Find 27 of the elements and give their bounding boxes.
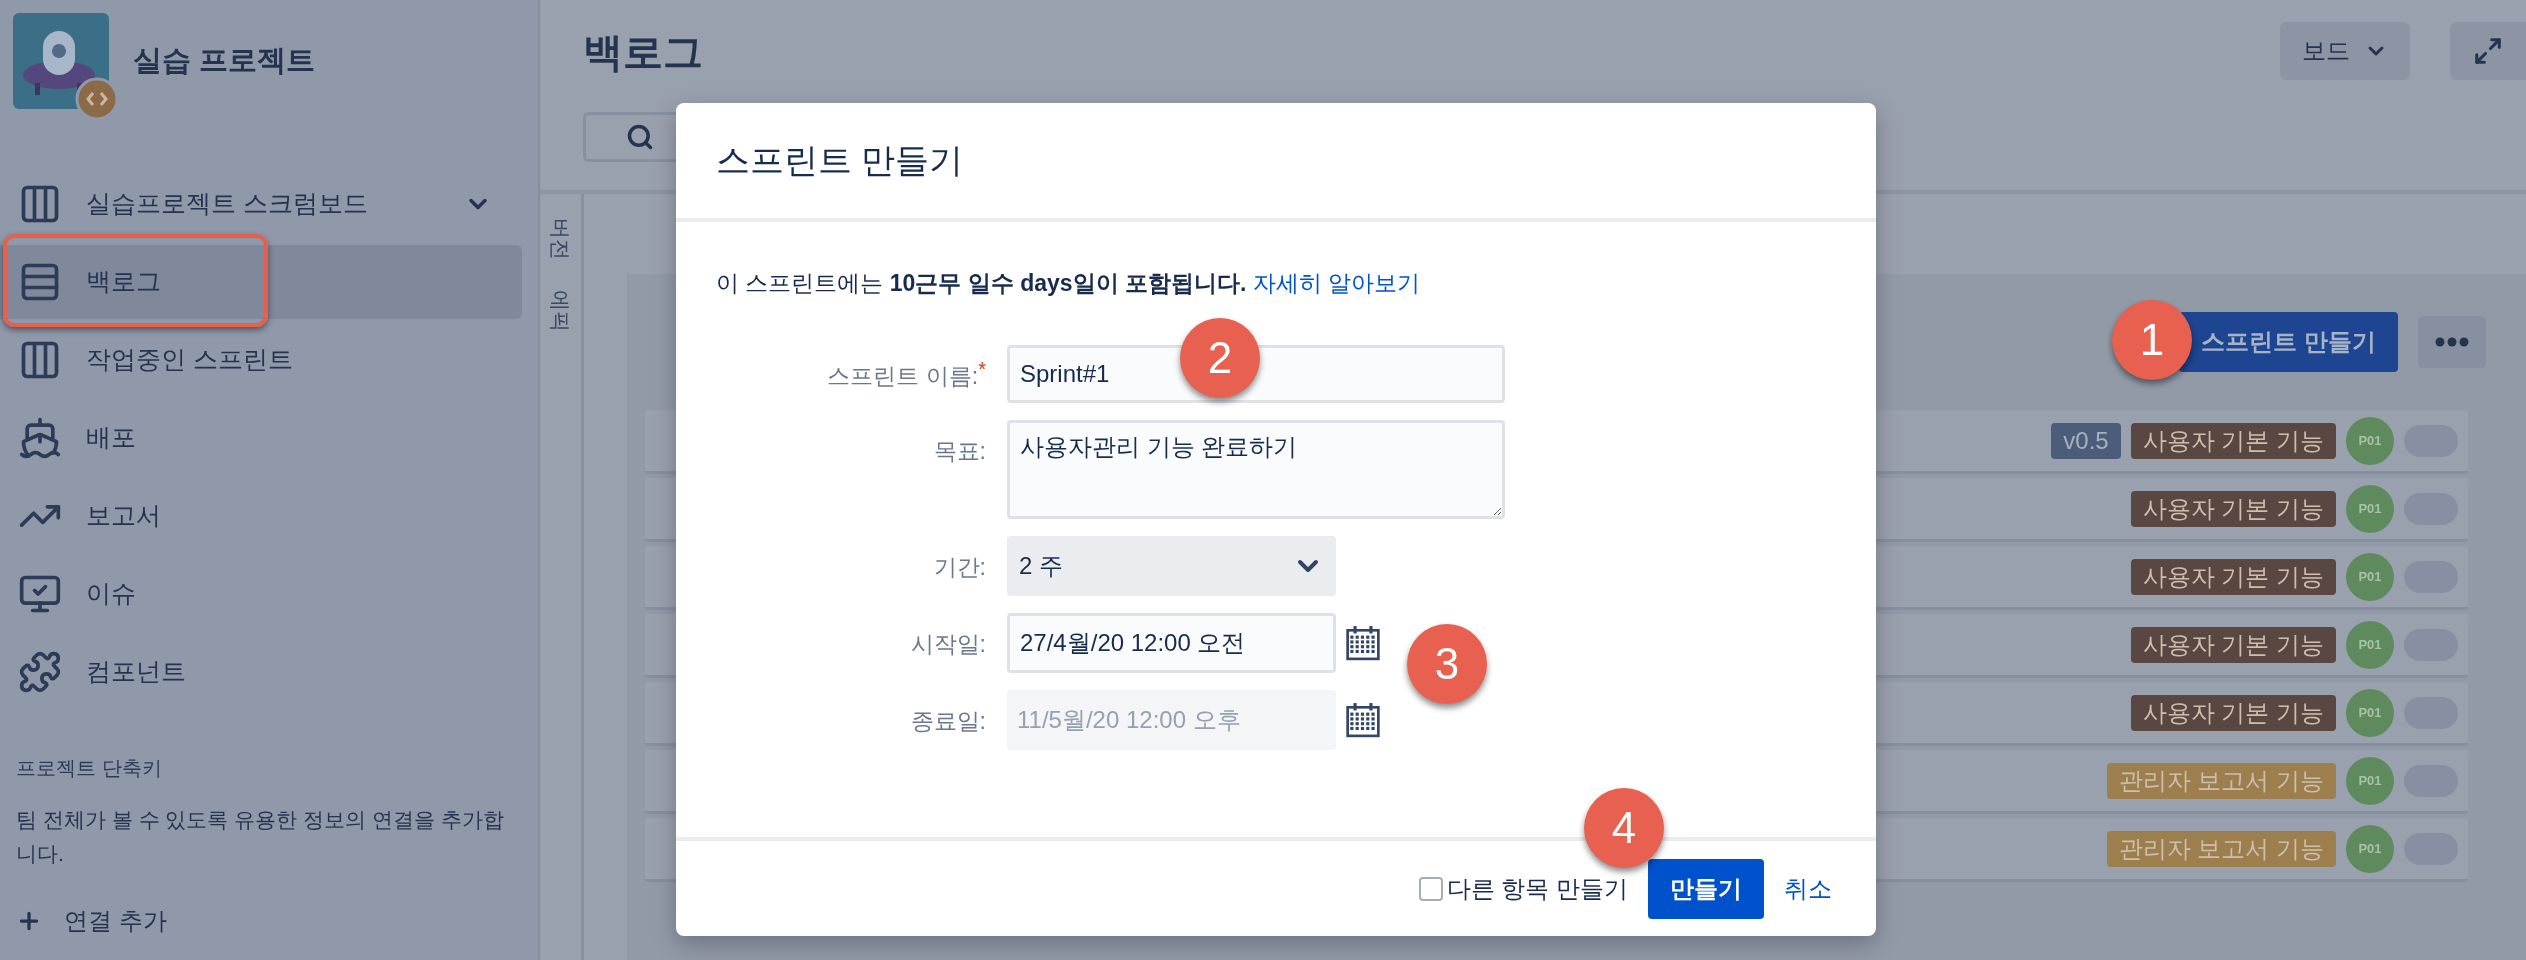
page-title: 백로그 — [583, 29, 703, 76]
avatar: P01 — [2346, 484, 2394, 533]
field-label: 기간: — [933, 552, 986, 582]
avatar: P01 — [2346, 620, 2394, 669]
section-heading: 프로젝트 단축키 — [16, 756, 163, 781]
dialog-title: 스프린트 만들기 — [716, 140, 964, 181]
avatar: P01 — [2346, 756, 2394, 805]
epic-tag: 관리자 보고서 기능 — [2106, 830, 2336, 867]
section-description: 팀 전체가 볼 수 있도록 유용한 정보의 연결을 추가합니다. — [16, 807, 505, 867]
field-label: 종료일: — [910, 706, 986, 736]
epic-tag: 사용자 기본 기능 — [2130, 422, 2336, 459]
epic-tag: 사용자 기본 기능 — [2130, 490, 2336, 527]
avatar: P01 — [2346, 416, 2394, 465]
epic-tag: 사용자 기본 기능 — [2130, 558, 2336, 595]
required-asterisk: * — [978, 358, 986, 382]
field-label: 시작일: — [910, 629, 986, 659]
version-tag: v0.5 — [2051, 422, 2121, 459]
avatar: P01 — [2346, 824, 2394, 873]
field-label: 목표: — [933, 436, 986, 466]
project-name: 실습 프로젝트 — [133, 43, 316, 79]
field-label: 스프린트 이름: — [827, 361, 979, 391]
epic-tag: 관리자 보고서 기능 — [2106, 762, 2336, 799]
info-text: 이 스프린트에는 10근무 일수 days일이 포함됩니다. 자세히 알아보기 — [716, 269, 1422, 298]
epic-tag: 사용자 기본 기능 — [2130, 626, 2336, 663]
avatar: P01 — [2346, 552, 2394, 601]
avatar: P01 — [2346, 688, 2394, 737]
epic-tag: 사용자 기본 기능 — [2130, 694, 2336, 731]
